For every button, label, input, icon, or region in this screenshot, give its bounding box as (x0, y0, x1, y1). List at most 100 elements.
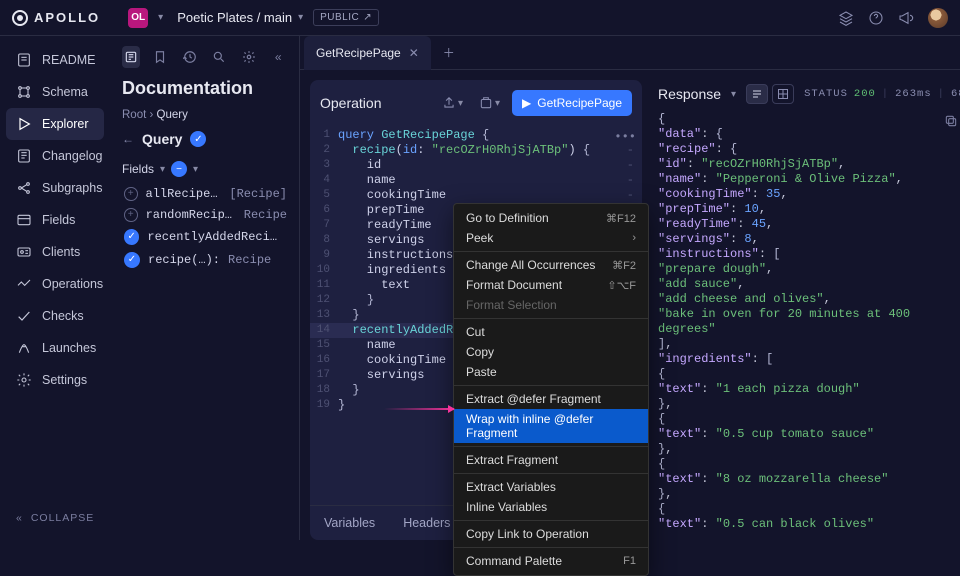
docs-mode-icon[interactable] (122, 46, 140, 68)
nav-icon (16, 244, 32, 260)
ctx-command-palette[interactable]: Command PaletteF1 (454, 551, 648, 571)
nav-icon (16, 116, 32, 132)
nav-icon (16, 276, 32, 292)
check-badge-icon[interactable]: ✓ (190, 131, 206, 147)
nav-icon (16, 308, 32, 324)
ctx-wrap-with-inline-defer-fragment[interactable]: Wrap with inline @defer Fragment (454, 409, 648, 443)
help-icon[interactable] (868, 10, 884, 26)
ctx-extract-fragment[interactable]: Extract Fragment (454, 450, 648, 470)
ctx-extract-variables[interactable]: Extract Variables (454, 477, 648, 497)
ctx-copy-link-to-operation[interactable]: Copy Link to Operation (454, 524, 648, 544)
field-list: +allRecipes: [Recipe] +randomRecipe: Reci… (122, 187, 287, 268)
run-operation-button[interactable]: ▶ GetRecipePage (512, 90, 632, 116)
field-checked-icon: ✓ (124, 229, 139, 245)
docs-breadcrumb[interactable]: Root › Query (122, 109, 287, 121)
annotation-arrow (384, 408, 454, 410)
response-body[interactable]: { "data": { "recipe": { "id": "recOZrH0R… (654, 112, 960, 540)
table-view-icon[interactable] (772, 84, 794, 104)
chevron-down-icon: ▾ (298, 12, 303, 23)
ctx-inline-variables[interactable]: Inline Variables (454, 497, 648, 517)
bookmark-icon[interactable] (152, 46, 170, 68)
nav-icon (16, 340, 32, 356)
nav-item-changelog[interactable]: Changelog (6, 140, 104, 172)
external-link-icon: ↗ (363, 12, 372, 23)
response-dropdown-icon[interactable]: ▾ (731, 89, 736, 100)
history-icon[interactable] (181, 46, 199, 68)
nav-item-fields[interactable]: Fields (6, 204, 104, 236)
play-icon: ▶ (522, 96, 531, 110)
collection-icon[interactable]: ▾ (475, 94, 504, 112)
response-status: STATUS 200 | 263ms | 688B (804, 88, 960, 100)
org-badge[interactable]: OL (128, 8, 148, 28)
ctx-format-document[interactable]: Format Document⇧⌥F (454, 275, 648, 295)
brand-logo[interactable]: APOLLO (12, 10, 100, 26)
close-tab-icon[interactable]: ✕ (409, 46, 419, 60)
docs-toolbar: « (122, 46, 287, 68)
ctx-change-all-occurrences[interactable]: Change All Occurrences⌘F2 (454, 255, 648, 275)
field-row[interactable]: ✓recentlyAddedRecip… (124, 229, 287, 245)
ctx-peek[interactable]: Peek› (454, 228, 648, 248)
copy-response-icon[interactable] (944, 114, 958, 128)
response-view-toggle (746, 84, 794, 104)
editor-more-icon[interactable]: ••• (614, 130, 636, 144)
nav-item-settings[interactable]: Settings (6, 364, 104, 396)
fields-section-header[interactable]: Fields ▾ − ▾ (122, 161, 287, 177)
collapse-sidebar-button[interactable]: « COLLAPSE (6, 504, 104, 532)
nav-icon (16, 84, 32, 100)
chevron-double-left-icon: « (16, 512, 23, 524)
collapse-docs-icon[interactable]: « (270, 46, 288, 68)
documentation-panel: « Documentation Root › Query ← Query ✓ F… (110, 36, 300, 540)
org-dropdown-icon[interactable]: ▾ (158, 12, 163, 23)
field-row[interactable]: ✓recipe(…): Recipe (124, 252, 287, 268)
breadcrumb[interactable]: Poetic Plates / main ▾ (177, 10, 303, 25)
tab-variables[interactable]: Variables (310, 506, 389, 540)
nav-icon (16, 372, 32, 388)
response-pane: Response ▾ STATUS 200 | 263ms | 688B (654, 80, 960, 540)
field-add-icon: + (124, 187, 138, 201)
ctx-extract-defer-fragment[interactable]: Extract @defer Fragment (454, 389, 648, 409)
docs-title: Documentation (122, 78, 287, 99)
tab-get-recipe-page[interactable]: GetRecipePage ✕ (304, 36, 431, 70)
nav-item-explorer[interactable]: Explorer (6, 108, 104, 140)
nav-icon (16, 212, 32, 228)
chevron-down-icon: ▾ (193, 164, 198, 175)
nav-item-clients[interactable]: Clients (6, 236, 104, 268)
nav-item-launches[interactable]: Launches (6, 332, 104, 364)
ctx-go-to-definition[interactable]: Go to Definition⌘F12 (454, 208, 648, 228)
add-tab-button[interactable]: ＋ (433, 44, 465, 61)
search-icon[interactable] (211, 46, 229, 68)
nav-icon (16, 52, 32, 68)
ctx-cut[interactable]: Cut (454, 322, 648, 342)
primary-sidebar: READMESchemaExplorerChangelogSubgraphsFi… (0, 36, 110, 540)
layers-icon[interactable] (838, 10, 854, 26)
user-avatar[interactable] (928, 8, 948, 28)
nav-item-readme[interactable]: README (6, 44, 104, 76)
nav-item-checks[interactable]: Checks (6, 300, 104, 332)
remove-all-icon[interactable]: − (171, 161, 187, 177)
nav-item-operations[interactable]: Operations (6, 268, 104, 300)
nav-icon (16, 180, 32, 196)
json-view-icon[interactable] (746, 84, 768, 104)
visibility-badge[interactable]: PUBLIC ↗ (313, 9, 379, 26)
brand-mark-icon (12, 10, 28, 26)
ctx-copy[interactable]: Copy (454, 342, 648, 362)
back-arrow-icon[interactable]: ← (122, 132, 134, 146)
ctx-paste[interactable]: Paste (454, 362, 648, 382)
nav-icon (16, 148, 32, 164)
announcements-icon[interactable] (898, 10, 914, 26)
nav-item-schema[interactable]: Schema (6, 76, 104, 108)
ctx-format-selection: Format Selection (454, 295, 648, 315)
response-title: Response (658, 86, 721, 102)
operation-title: Operation (320, 95, 430, 111)
share-icon[interactable]: ▾ (438, 94, 467, 112)
field-checked-icon: ✓ (124, 252, 140, 268)
editor-tabs: GetRecipePage ✕ ＋ (300, 36, 960, 70)
field-row[interactable]: +randomRecipe: Recipe (124, 208, 287, 222)
brand-text: APOLLO (34, 10, 100, 25)
settings-icon[interactable] (240, 46, 258, 68)
query-type-label: Query (142, 131, 182, 147)
nav-item-subgraphs[interactable]: Subgraphs (6, 172, 104, 204)
field-row[interactable]: +allRecipes: [Recipe] (124, 187, 287, 201)
editor-context-menu: Go to Definition⌘F12Peek› Change All Occu… (453, 203, 649, 576)
chevron-down-icon: ▾ (160, 164, 165, 175)
